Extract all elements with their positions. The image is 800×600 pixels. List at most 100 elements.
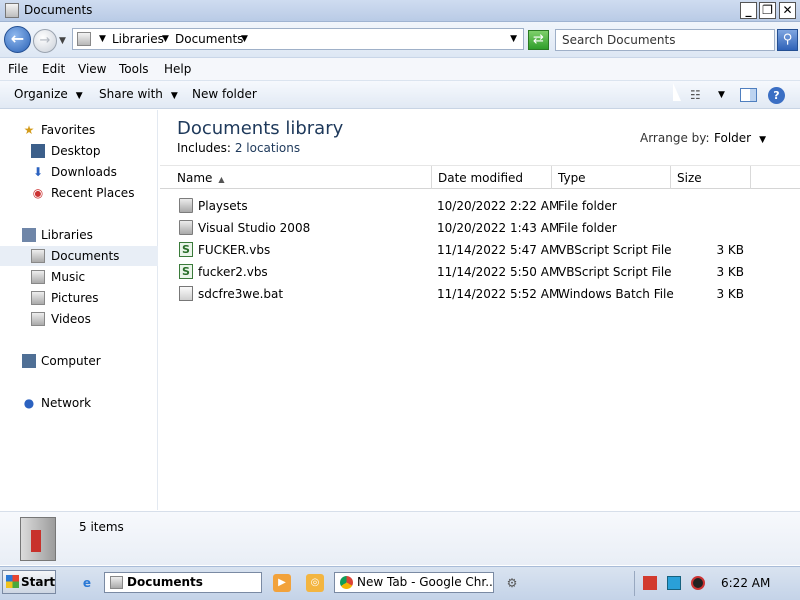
chrome-icon (340, 576, 353, 589)
new-folder-button[interactable]: New folder (192, 87, 257, 101)
mouse-cursor-icon (673, 83, 681, 101)
nav-downloads[interactable]: ⬇ Downloads (0, 162, 158, 182)
library-includes: Includes: 2 locations (177, 141, 300, 155)
title-bar: Documents _ ❐ ✕ (0, 0, 800, 22)
videos-library-icon (31, 312, 45, 326)
music-library-icon (31, 270, 45, 284)
menu-help[interactable]: Help (164, 62, 191, 76)
nav-desktop[interactable]: Desktop (0, 141, 158, 161)
share-with-button[interactable]: Share with ▼ (99, 87, 178, 101)
file-row[interactable]: Playsets 10/20/2022 2:22 AM File folder (160, 195, 800, 217)
nav-downloads-label: Downloads (51, 165, 117, 179)
nav-pictures[interactable]: Pictures (0, 288, 158, 308)
file-row[interactable]: Visual Studio 2008 10/20/2022 1:43 AM File… (160, 217, 800, 239)
nav-desktop-label: Desktop (51, 144, 101, 158)
internet-explorer-icon[interactable]: e (78, 574, 96, 592)
nav-documents[interactable]: Documents (0, 246, 158, 266)
file-date-modified: 10/20/2022 2:22 AM (437, 199, 560, 213)
nav-recent-places-label: Recent Places (51, 186, 135, 200)
file-row[interactable]: S FUCKER.vbs 11/14/2022 5:47 AM VBScript Sc… (160, 239, 800, 261)
arrange-by-dropdown[interactable]: Folder ▼ (714, 131, 766, 145)
close-button[interactable]: ✕ (779, 2, 796, 19)
nav-recent-places[interactable]: ◉ Recent Places (0, 183, 158, 203)
chevron-down-icon[interactable]: ▼ (241, 34, 248, 44)
menu-tools[interactable]: Tools (119, 62, 149, 76)
file-row[interactable]: sdcfre3we.bat 11/14/2022 5:52 AM Windows B… (160, 283, 800, 305)
breadcrumb-libraries[interactable]: Libraries (112, 32, 164, 46)
help-icon[interactable]: ? (768, 87, 785, 104)
chevron-down-icon[interactable]: ▼ (99, 34, 106, 44)
menu-view[interactable]: View (78, 62, 106, 76)
pictures-library-icon (31, 291, 45, 305)
volume-muted-icon[interactable] (691, 576, 705, 590)
preview-pane-icon[interactable] (740, 88, 757, 102)
nav-favorites[interactable]: ★ Favorites (0, 120, 158, 140)
file-name: FUCKER.vbs (198, 243, 271, 257)
library-icon (110, 576, 123, 589)
change-view-icon[interactable]: ☷ (690, 88, 706, 102)
menu-edit[interactable]: Edit (42, 62, 65, 76)
file-row[interactable]: Sfucker2.vbs 11/14/2022 5:50 AM VBScript S… (160, 261, 800, 283)
arrange-by-value: Folder (714, 131, 752, 145)
system-clock[interactable]: 6:22 AM (721, 576, 770, 590)
media-player-icon[interactable]: ▶ (273, 574, 291, 592)
sort-ascending-icon: ▲ (218, 175, 225, 184)
nav-libraries[interactable]: Libraries (0, 225, 158, 245)
column-header-type[interactable]: Type (552, 166, 671, 189)
recent-pages-dropdown-icon[interactable]: ▼ (59, 36, 66, 46)
chevron-down-icon[interactable]: ▼ (162, 34, 169, 44)
back-button[interactable]: ← (4, 26, 31, 53)
library-icon (77, 32, 91, 46)
view-options-dropdown-icon[interactable]: ▼ (718, 90, 725, 100)
nav-documents-label: Documents (51, 249, 120, 263)
chevron-down-icon: ▼ (75, 91, 83, 101)
nav-network[interactable]: ● Network (0, 393, 158, 413)
nav-music[interactable]: Music (0, 267, 158, 287)
column-header-name[interactable]: Name ▲ (171, 166, 432, 189)
minimize-button[interactable]: _ (740, 2, 757, 19)
file-date-modified: 11/14/2022 5:47 AM (437, 243, 560, 257)
nav-videos[interactable]: Videos (0, 309, 158, 329)
task-documents[interactable]: Documents (104, 572, 262, 593)
messenger-icon[interactable]: ◎ (306, 574, 324, 592)
file-name: Visual Studio 2008 (198, 221, 311, 235)
includes-label: Includes: (177, 141, 231, 155)
settings-gear-icon[interactable]: ⚙ (503, 574, 521, 592)
address-dropdown-icon[interactable]: ▼ (510, 34, 517, 44)
organize-button[interactable]: Organize ▼ (14, 87, 83, 101)
menu-file[interactable]: File (8, 62, 28, 76)
file-size: 3 KB (716, 243, 744, 257)
address-bar[interactable]: ▼ Libraries ▼ Documents ▼ ▼ (72, 28, 524, 50)
column-header-date-modified[interactable]: Date modified (432, 166, 552, 189)
nav-libraries-label: Libraries (41, 228, 93, 242)
locations-link[interactable]: 2 locations (235, 141, 300, 155)
nav-pictures-label: Pictures (51, 291, 99, 305)
libraries-icon (22, 228, 36, 242)
column-header-size[interactable]: Size (671, 166, 751, 189)
breadcrumb-documents[interactable]: Documents (175, 32, 243, 46)
action-center-flag-icon[interactable] (643, 576, 657, 590)
start-button[interactable]: Start (2, 570, 56, 594)
file-size: 3 KB (716, 265, 744, 279)
task-google-chrome[interactable]: New Tab - Google Chr... (334, 572, 494, 593)
start-label: Start (21, 575, 56, 589)
desktop-icon (31, 144, 45, 158)
item-count: 5 items (79, 520, 124, 534)
maximize-button[interactable]: ❐ (759, 2, 776, 19)
column-name-label: Name (177, 171, 213, 185)
documents-library-icon (31, 249, 45, 263)
page-title: Documents library (177, 118, 344, 139)
network-tray-icon[interactable] (667, 576, 681, 590)
folder-icon (179, 198, 193, 213)
task-chrome-label: New Tab - Google Chr... (357, 575, 494, 589)
forward-button[interactable]: → (33, 29, 57, 53)
navigation-bar: ← → ▼ ▼ Libraries ▼ Documents ▼ ▼ ⇄ Sear… (0, 22, 800, 58)
chevron-down-icon: ▼ (170, 91, 178, 101)
search-input[interactable]: Search Documents (555, 29, 775, 51)
computer-icon (22, 354, 36, 368)
search-icon[interactable]: ⚲ (777, 29, 798, 51)
windows-logo-icon (6, 575, 19, 588)
chevron-down-icon: ▼ (759, 135, 767, 145)
refresh-button[interactable]: ⇄ (528, 30, 549, 50)
nav-computer[interactable]: Computer (0, 351, 158, 371)
